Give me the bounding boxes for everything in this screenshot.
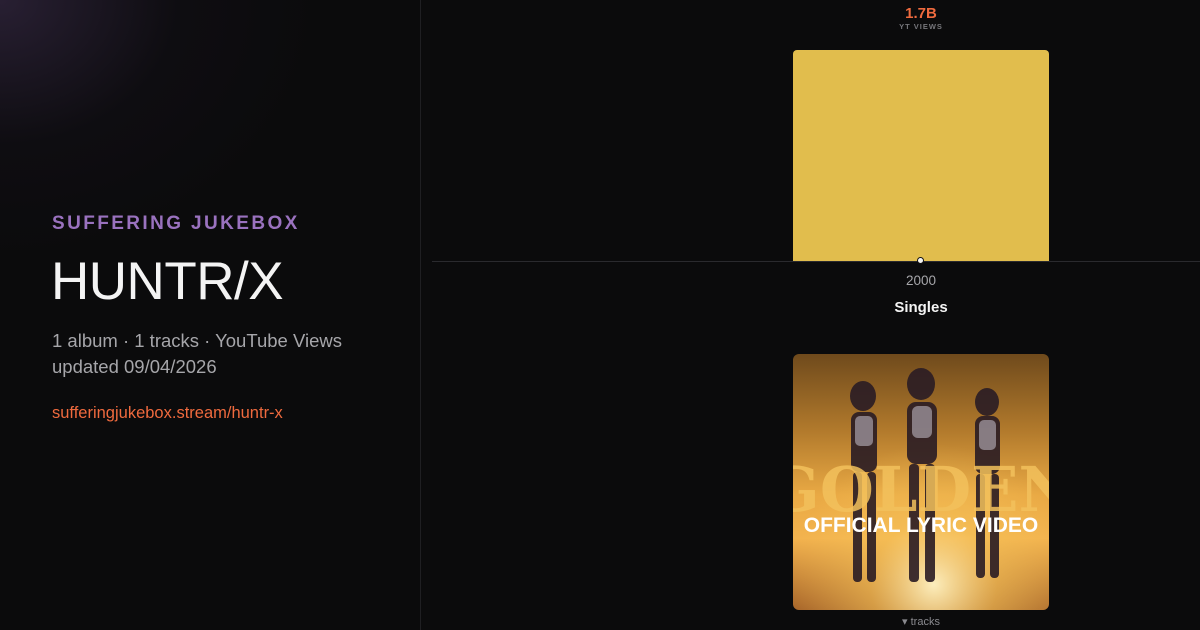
section-title: Singles bbox=[894, 299, 948, 316]
timeline-panel: 1.7B YT VIEWS 2000 Singles GOLDEN OFFICI… bbox=[421, 0, 1200, 630]
year-label: 2000 bbox=[905, 273, 937, 288]
artist-title: HUNTR/X bbox=[51, 252, 284, 311]
album-cover-art: GOLDENOFFICIAL LYRIC VIDEO bbox=[793, 354, 1049, 610]
year-marker bbox=[917, 257, 924, 264]
views-label: YT VIEWS bbox=[899, 22, 943, 31]
updated-date: updated 09/04/2026 bbox=[52, 356, 217, 377]
artist-page-link[interactable]: sufferingjukebox.stream/huntr-x bbox=[52, 404, 283, 423]
artist-summary: 1 album · 1 tracks · YouTube Views bbox=[52, 330, 342, 351]
artist-panel: SUFFERING JUKEBOX HUNTR/X 1 album · 1 tr… bbox=[0, 0, 420, 630]
brand-label: SUFFERING JUKEBOX bbox=[52, 213, 300, 234]
album-cover[interactable]: GOLDEN OFFICIAL LYRIC VIDEO bbox=[793, 354, 1049, 610]
cover-subtitle-art: OFFICIAL LYRIC VIDEO bbox=[804, 514, 1039, 537]
timeline-axis bbox=[432, 261, 1200, 262]
share-card: SUFFERING JUKEBOX HUNTR/X 1 album · 1 tr… bbox=[0, 0, 1200, 630]
views-value: 1.7B bbox=[905, 5, 937, 22]
tracks-toggle[interactable]: ▾ tracks bbox=[871, 615, 971, 628]
views-bar bbox=[793, 50, 1049, 261]
